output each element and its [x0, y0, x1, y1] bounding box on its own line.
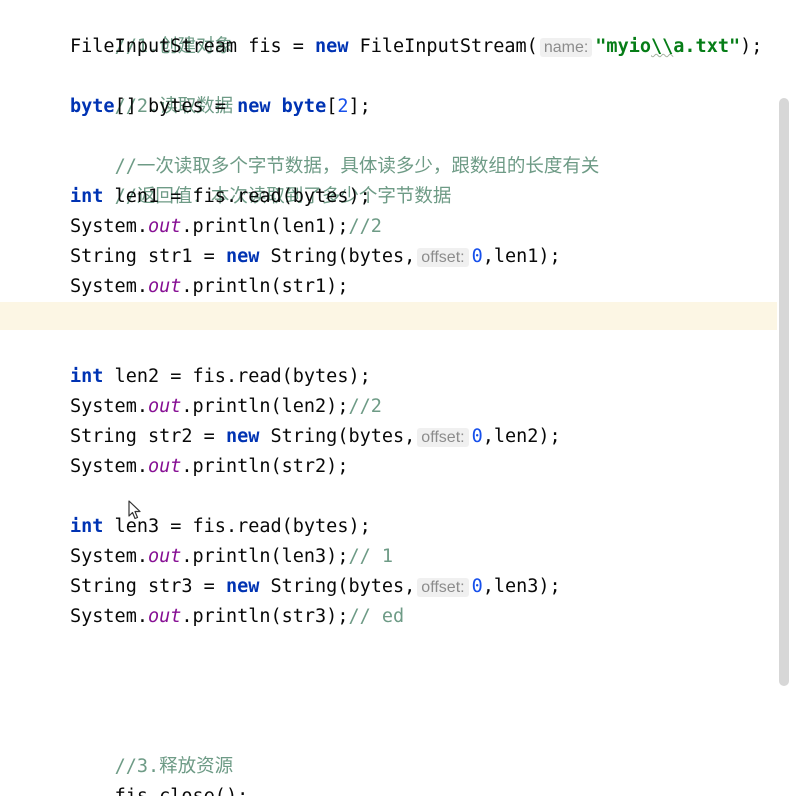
code-token: String str3 =: [70, 576, 226, 597]
parameter-hint-name: name:: [539, 38, 593, 57]
code-line-21[interactable]: System.out.println(str3);// ed: [70, 602, 404, 632]
code-line-7[interactable]: int len1 = fis.read(bytes);: [70, 182, 371, 212]
code-line-13[interactable]: int len2 = fis.read(bytes);: [70, 362, 371, 392]
code-line-16[interactable]: System.out.println(str2);: [70, 452, 348, 482]
number-literal: 2: [337, 96, 349, 117]
comment: // 1: [348, 546, 394, 567]
keyword-int: int: [70, 186, 104, 207]
code-token: len1 = fis.read(bytes);: [103, 186, 371, 207]
code-line-26[interactable]: fis.close();: [70, 752, 249, 796]
code-token: System.: [70, 396, 148, 417]
code-line-3[interactable]: //2.读取数据: [70, 62, 234, 117]
code-line-15[interactable]: String str2 = new String(bytes, offset: 0,…: [70, 422, 561, 452]
code-editor[interactable]: //1.创建对象 FileInputStream fis = new FileI…: [0, 0, 793, 796]
number-literal: 0: [471, 246, 483, 267]
field-out: out: [147, 216, 182, 237]
scrollbar-thumb[interactable]: [779, 98, 789, 686]
field-out: out: [147, 606, 182, 627]
comment: // ed: [348, 606, 405, 627]
vertical-scrollbar[interactable]: [777, 0, 793, 796]
field-out: out: [147, 546, 182, 567]
code-line-9[interactable]: String str1 = new String(bytes, offset: 0,…: [70, 242, 561, 272]
code-token: .println(len3);: [181, 546, 349, 567]
string-part: "myio: [595, 36, 651, 57]
keyword-byte: byte: [281, 96, 327, 117]
keyword-new: new: [225, 426, 260, 447]
comment: //2: [348, 216, 382, 237]
code-line-8[interactable]: System.out.println(len1);//2: [70, 212, 382, 242]
code-line-19[interactable]: System.out.println(len3);// 1: [70, 542, 393, 572]
code-token: String(bytes,: [259, 246, 416, 267]
code-token: String str1 =: [70, 246, 226, 267]
code-line-14[interactable]: System.out.println(len2);//2: [70, 392, 382, 422]
code-line-1[interactable]: //1.创建对象: [70, 2, 234, 57]
field-out: out: [147, 396, 182, 417]
code-token: [] bytes =: [114, 96, 238, 117]
code-line-25[interactable]: //3.释放资源: [70, 722, 234, 777]
parameter-hint-offset: offset:: [417, 248, 469, 267]
code-token: fis.close();: [115, 786, 249, 796]
code-token: len2 = fis.read(bytes);: [103, 366, 371, 387]
code-token: .println(str3);: [181, 606, 349, 627]
code-line-18[interactable]: int len3 = fis.read(bytes);: [70, 512, 371, 542]
comment: //2: [348, 396, 382, 417]
code-token: ,len1);: [482, 246, 561, 267]
code-token: String(bytes,: [259, 576, 416, 597]
code-line-6[interactable]: //返回值：本次读取到了多少个字节数据: [70, 152, 452, 207]
number-literal: 0: [471, 426, 483, 447]
string-literal: "myio\\a.txt": [595, 36, 740, 57]
code-token: [: [326, 96, 338, 117]
code-token: System.: [70, 606, 148, 627]
keyword-new: new: [315, 36, 349, 57]
code-token: String(bytes,: [259, 426, 416, 447]
code-token: .println(str2);: [181, 456, 349, 477]
number-literal: 0: [471, 576, 483, 597]
parameter-hint-offset: offset:: [417, 578, 469, 597]
code-token: len3 = fis.read(bytes);: [103, 516, 371, 537]
code-token: .println(str1);: [181, 276, 349, 297]
code-line-20[interactable]: String str3 = new String(bytes, offset: 0,…: [70, 572, 561, 602]
code-token: System.: [70, 456, 148, 477]
code-token: .println(len1);: [181, 216, 349, 237]
mouse-pointer-icon: [128, 500, 141, 520]
code-token: System.: [70, 546, 148, 567]
code-token: ,len3);: [482, 576, 561, 597]
keyword-byte: byte: [70, 96, 115, 117]
parameter-hint-offset: offset:: [417, 428, 469, 447]
keyword-int: int: [70, 366, 104, 387]
code-token: ];: [348, 96, 371, 117]
code-line-2[interactable]: FileInputStream fis = new FileInputStrea…: [70, 32, 762, 62]
code-token: .println(len2);: [181, 396, 349, 417]
keyword-new: new: [237, 96, 271, 117]
caret-line-highlight: [0, 302, 793, 330]
keyword-int: int: [70, 516, 104, 537]
string-escape: \\: [651, 36, 674, 57]
code-token: System.: [70, 216, 148, 237]
field-out: out: [147, 276, 182, 297]
field-out: out: [147, 456, 182, 477]
code-line-5[interactable]: //一次读取多个字节数据，具体读多少，跟数组的长度有关: [70, 122, 600, 177]
code-token: FileInputStream(: [348, 36, 538, 57]
code-token: String str2 =: [70, 426, 226, 447]
code-token: ,len2);: [482, 426, 561, 447]
keyword-new: new: [225, 576, 260, 597]
code-token: );: [740, 36, 763, 57]
code-token: System.: [70, 276, 148, 297]
keyword-new: new: [225, 246, 260, 267]
code-token: FileInputStream fis =: [70, 36, 316, 57]
string-part: a.txt": [673, 36, 741, 57]
code-line-4[interactable]: byte[] bytes = new byte[2];: [70, 92, 371, 122]
code-line-10[interactable]: System.out.println(str1);: [70, 272, 348, 302]
